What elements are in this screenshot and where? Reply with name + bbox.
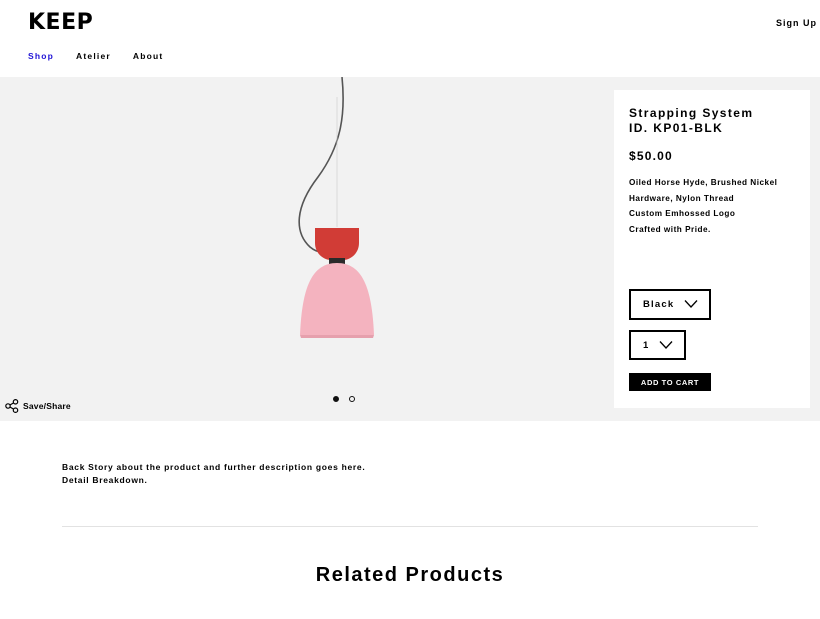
quantity-select-value: 1 [643,339,650,351]
product-hero: Save/Share Strapping System ID. KP01-BLK… [0,77,820,421]
save-share-label: Save/Share [23,401,71,411]
detail-breakdown-text: Detail Breakdown. [62,474,148,485]
product-description: Oiled Horse Hyde, Brushed Nickel Hardwar… [629,175,777,237]
share-icon [5,399,19,413]
product-image [298,77,374,338]
product-title: Strapping System ID. KP01-BLK [629,106,753,136]
product-info-card: Strapping System ID. KP01-BLK $50.00 Oil… [614,90,810,408]
save-share-button[interactable]: Save/Share [5,399,71,413]
carousel-dot-1[interactable] [333,396,339,402]
color-select-value: Black [643,299,675,310]
description-line: Crafted with Pride. [629,224,711,234]
chevron-down-icon [684,300,698,308]
story-text: Back Story about the product and further… [62,462,366,472]
related-products-heading: Related Products [315,564,505,586]
chevron-down-icon [659,341,673,349]
carousel-indicators [333,396,355,402]
nav-about[interactable]: About [133,51,164,61]
description-line: Hardware, Nylon Thread [629,193,735,203]
add-to-cart-button[interactable]: ADD TO CART [629,373,711,391]
product-price: $50.00 [629,149,673,163]
section-divider [62,526,758,527]
sign-up-link[interactable]: Sign Up [776,18,817,28]
nav-shop[interactable]: Shop [28,51,54,61]
product-story: Back Story about the product and further… [62,461,365,486]
color-select[interactable]: Black [629,289,711,320]
logo[interactable]: KEEP [28,10,93,35]
product-id: ID. KP01-BLK [629,121,724,135]
product-title-line-1: Strapping System [629,106,754,120]
nav-atelier[interactable]: Atelier [76,51,111,61]
description-line: Oiled Horse Hyde, Brushed Nickel [629,178,778,187]
description-line: Custom Emhossed Logo [629,209,736,219]
quantity-select[interactable]: 1 [629,330,686,360]
carousel-dot-2[interactable] [349,396,355,402]
main-nav: Shop Atelier About [28,51,163,61]
